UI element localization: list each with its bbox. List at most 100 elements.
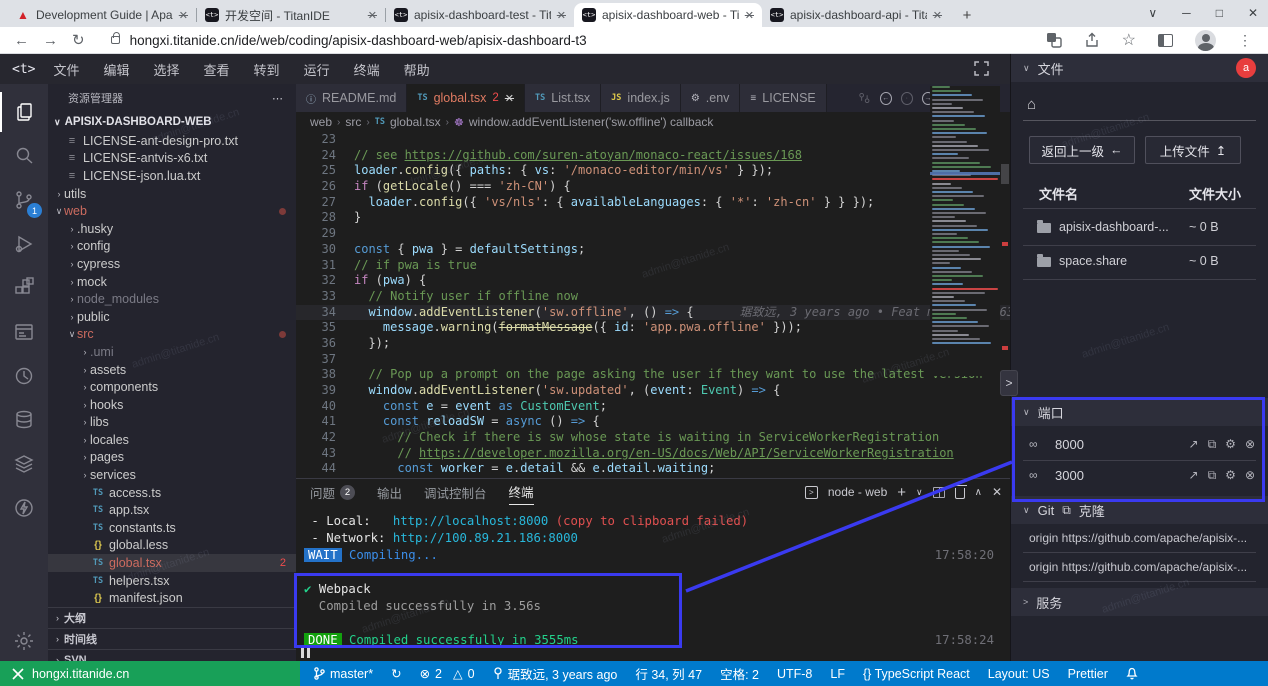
minimize-icon[interactable]: ─ [1182,6,1191,20]
source-control-icon[interactable]: 1 [0,180,48,220]
explorer-more-icon[interactable]: ⋯ [272,92,284,105]
tree-root[interactable]: ∨ APISIX-DASHBOARD-WEB [48,112,296,132]
port-row[interactable]: ∞8000↗⧉⚙⊗ [1011,430,1268,460]
power-icon[interactable] [0,488,48,528]
git-clone-section-header[interactable]: ∨ Git ⧉ 克隆 [1011,496,1268,524]
terminal-dropdown-icon[interactable]: ∨ [916,487,923,498]
remote-indicator[interactable]: hongxi.titanide.cn [0,661,300,686]
tab-search-icon[interactable]: ∨ [1148,6,1157,20]
menu-item[interactable]: 帮助 [404,60,430,79]
tree-item[interactable]: ›hooks [48,396,296,414]
breadcrumb-item[interactable]: src [345,115,361,129]
editor-tab[interactable]: TSList.tsx [525,84,601,112]
panel-tab-调试控制台[interactable]: 调试控制台 [424,479,487,505]
ports-section-header[interactable]: ∨ 端口 [1011,398,1268,426]
terminal-output[interactable]: - Local: http://localhost:8000 (copy to … [304,513,1004,649]
tree-item[interactable]: ›cypress [48,255,296,273]
tree-item[interactable]: ›mock [48,273,296,291]
notification-badge[interactable]: a [1236,58,1256,78]
compare-changes-icon[interactable] [858,91,871,105]
extensions-icon[interactable] [0,268,48,308]
maximize-panel-icon[interactable]: ∧ [975,487,982,498]
tab-close-icon[interactable]: ✕ [505,92,514,105]
settings-gear-icon[interactable] [0,621,48,661]
bookmark-star-icon[interactable]: ☆ [1122,30,1136,50]
tree-item[interactable]: ≡LICENSE-ant-design-pro.txt [48,132,296,150]
tree-item[interactable]: {}manifest.json [48,589,296,607]
new-terminal-icon[interactable]: + [897,484,906,501]
tree-item[interactable]: ›services [48,466,296,484]
url-bar[interactable]: hongxi.titanide.cn/ide/web/coding/apisix… [130,33,587,48]
history-icon[interactable] [0,356,48,396]
browser-tab[interactable]: <t>apisix-dashboard-web - TitanID✕ [574,3,762,27]
encoding-status[interactable]: UTF-8 [777,667,812,681]
sidebar-section-时间线[interactable]: ›时间线 [48,628,296,649]
preview-icon[interactable] [0,312,48,352]
database-icon[interactable] [0,400,48,440]
git-remote-row[interactable]: origin https://github.com/apache/apisix-… [1029,531,1255,545]
browser-tab[interactable]: <t>apisix-dashboard-test - TitanID✕ [386,3,574,27]
tab-close-icon[interactable]: ✕ [745,9,754,22]
tree-item[interactable]: ›locales [48,431,296,449]
tree-item[interactable]: TSapp.tsx [48,501,296,519]
tree-item[interactable]: TSglobal.tsx2 [48,554,296,572]
menu-item[interactable]: 选择 [154,60,180,79]
terminal-instance-label[interactable]: node - web [828,485,887,499]
sidebar-section-SVN[interactable]: ›SVN [48,649,296,661]
tree-item[interactable]: ›utils [48,185,296,203]
git-branch-status[interactable]: master* [314,667,373,681]
gear-icon[interactable]: ⚙ [1225,468,1236,483]
editor-tab[interactable]: ⓘREADME.md [296,84,407,112]
tree-item[interactable]: ›node_modules [48,290,296,308]
git-remote-row[interactable]: origin https://github.com/apache/apisix-… [1029,560,1255,574]
files-section-header[interactable]: ∨ 文件 [1011,54,1268,82]
gear-icon[interactable]: ⚙ [1225,437,1236,452]
tree-item[interactable]: TSconstants.ts [48,519,296,537]
editor-tab[interactable]: TSglobal.tsx2✕ [407,84,525,112]
close-circle-icon[interactable]: ⊗ [1245,437,1255,452]
panel-tab-终端[interactable]: 终端 [509,479,534,505]
tab-close-icon[interactable]: ✕ [933,9,942,22]
translate-icon[interactable] [1046,32,1062,48]
reload-icon[interactable]: ↻ [72,31,85,49]
problems-status[interactable]: ⊗2 △0 [420,666,475,681]
search-icon[interactable] [0,136,48,176]
tree-item[interactable]: ›config [48,238,296,256]
panel-tab-输出[interactable]: 输出 [377,479,402,505]
browser-tab[interactable]: ▲Development Guide | Apache✕ [8,3,196,27]
tab-close-icon[interactable]: ✕ [179,9,188,22]
copy-icon[interactable]: ⧉ [1208,437,1217,452]
nav-back-icon[interactable]: ← [880,92,892,105]
tree-item[interactable]: ›.husky [48,220,296,238]
profile-avatar[interactable] [1195,30,1216,51]
eol-status[interactable]: LF [830,667,845,681]
kill-terminal-icon[interactable] [955,488,965,499]
tree-item[interactable]: ›public [48,308,296,326]
editor-tab[interactable]: JSindex.js [601,84,681,112]
tree-item[interactable]: ›components [48,378,296,396]
tree-item[interactable]: ≡LICENSE-json.lua.txt [48,167,296,185]
port-row[interactable]: ∞3000↗⧉⚙⊗ [1011,461,1268,491]
breadcrumb-item[interactable]: window.addEventListener('sw.offline') ca… [469,115,714,129]
split-terminal-icon[interactable] [933,487,945,498]
menu-item[interactable]: 编辑 [104,60,130,79]
back-up-level-button[interactable]: 返回上一级← [1029,136,1135,164]
run-debug-icon[interactable] [0,224,48,264]
new-tab-icon[interactable]: + [956,4,978,26]
panel-expand-toggle[interactable]: > [1000,370,1018,396]
sync-icon[interactable]: ↻ [391,666,401,681]
open-external-icon[interactable]: ↗ [1189,468,1199,483]
cursor-position[interactable]: 行 34, 列 47 [635,664,702,683]
home-icon[interactable]: ⌂ [1027,96,1036,113]
menu-item[interactable]: 终端 [354,60,380,79]
tree-item[interactable]: {}global.less [48,537,296,555]
tree-item[interactable]: ›assets [48,361,296,379]
tree-item[interactable]: TShelpers.tsx [48,572,296,590]
window-close-icon[interactable]: ✕ [1248,6,1258,20]
indentation-status[interactable]: 空格: 2 [720,664,759,683]
maximize-icon[interactable]: □ [1216,6,1223,20]
editor-tab[interactable]: ≡LICENSE [740,84,826,112]
menu-item[interactable]: 文件 [53,60,79,79]
menu-item[interactable]: 转到 [254,60,280,79]
open-external-icon[interactable]: ↗ [1189,437,1199,452]
